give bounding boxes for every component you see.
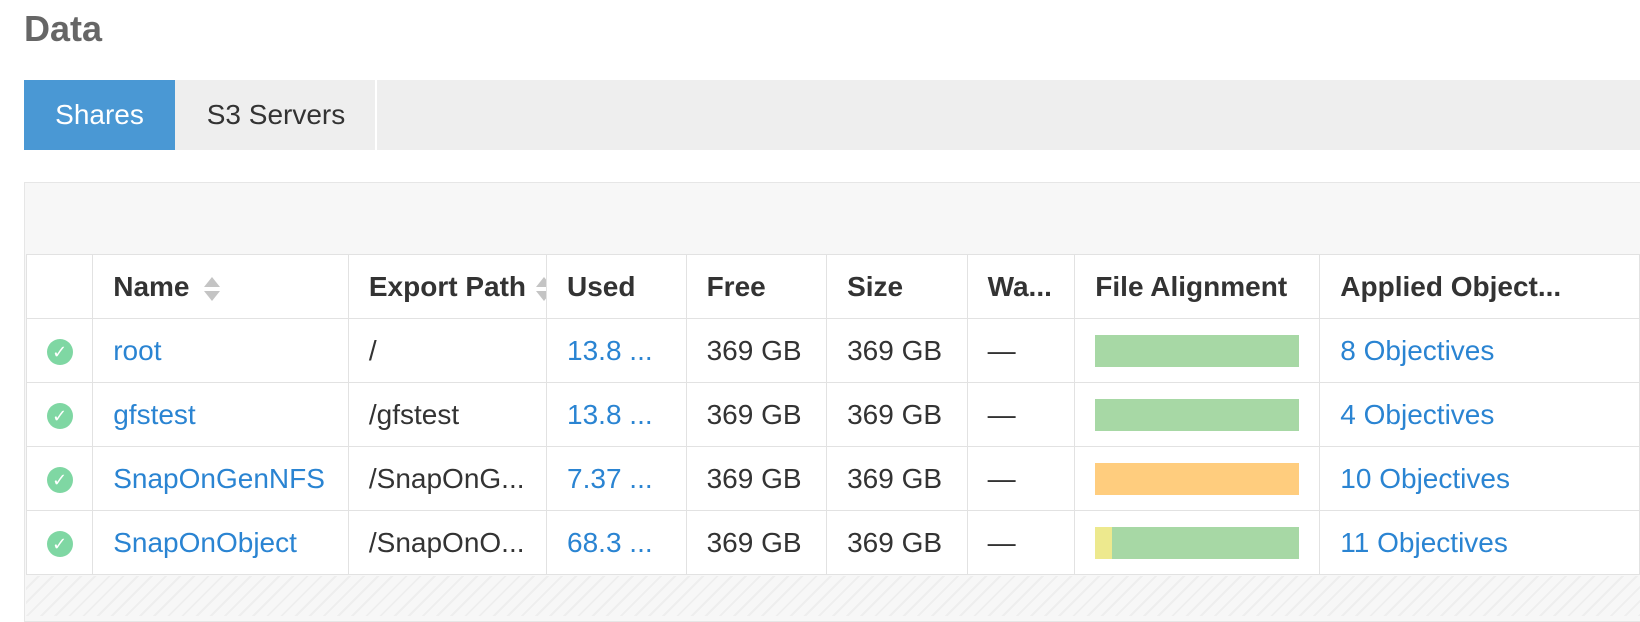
file-alignment-segment <box>1095 334 1300 367</box>
applied-objectives-link[interactable]: 10 Objectives <box>1319 446 1640 511</box>
column-header-name-label: Name <box>113 270 190 302</box>
column-header-status <box>25 254 94 319</box>
free-cell: 369 GB <box>685 510 828 575</box>
applied-objectives-link[interactable]: 4 Objectives <box>1319 382 1640 447</box>
column-header-name[interactable]: Name <box>92 254 349 319</box>
column-header-export-path-label: Export Path <box>368 270 527 302</box>
column-header-applied-objectives[interactable]: Applied Object... <box>1319 254 1640 319</box>
share-name-link[interactable]: SnapOnGenNFS <box>92 446 349 511</box>
size-cell: 369 GB <box>826 318 968 383</box>
applied-objectives-link[interactable]: 11 Objectives <box>1319 510 1640 575</box>
column-header-file-alignment[interactable]: File Alignment <box>1074 254 1321 319</box>
share-name-link[interactable]: gfstest <box>92 382 349 447</box>
sort-icon[interactable] <box>536 277 546 301</box>
applied-objectives-link[interactable]: 8 Objectives <box>1319 318 1640 383</box>
file-alignment-segment <box>1095 462 1300 495</box>
check-circle-icon: ✓ <box>46 339 73 366</box>
used-link[interactable]: 7.37 ... <box>546 446 687 511</box>
check-circle-icon: ✓ <box>46 467 73 494</box>
used-link[interactable]: 13.8 ... <box>546 382 687 447</box>
sort-icon[interactable] <box>203 277 220 301</box>
check-circle-icon: ✓ <box>46 531 73 558</box>
used-link[interactable]: 68.3 ... <box>546 510 687 575</box>
column-header-export-path[interactable]: Export Path <box>347 254 548 319</box>
column-header-wa[interactable]: Wa... <box>966 254 1076 319</box>
table-row[interactable]: ✓ SnapOnGenNFS/SnapOnG... 7.37 ... 369 GB 36… <box>25 446 1640 511</box>
tab-shares[interactable]: Shares <box>24 80 175 150</box>
size-cell: 369 GB <box>826 446 968 511</box>
free-cell: 369 GB <box>685 318 828 383</box>
status-cell: ✓ <box>25 382 94 447</box>
free-cell: 369 GB <box>685 382 828 447</box>
file-alignment-segment <box>1095 398 1300 431</box>
export-path-cell: / <box>347 318 548 383</box>
tab-bar: Shares S3 Servers <box>24 80 1640 150</box>
file-alignment-cell <box>1074 510 1321 575</box>
column-header-free[interactable]: Free <box>685 254 828 319</box>
shares-table: Name Export Path Used Free Size Wa... Fi… <box>25 254 1640 575</box>
size-cell: 369 GB <box>826 510 968 575</box>
used-link[interactable]: 13.8 ... <box>546 318 687 383</box>
file-alignment-segment <box>1111 526 1300 559</box>
table-row[interactable]: ✓ root/13.8 ... 369 GB 369 GB —8 Objectives <box>25 318 1640 383</box>
wa-cell: — <box>966 382 1076 447</box>
column-header-used[interactable]: Used <box>546 254 687 319</box>
tab-s3-servers[interactable]: S3 Servers <box>177 80 377 150</box>
file-alignment-cell <box>1074 318 1321 383</box>
status-cell: ✓ <box>25 510 94 575</box>
page-title: Data <box>24 8 103 49</box>
export-path-cell: /SnapOnO... <box>347 510 548 575</box>
share-name-link[interactable]: SnapOnObject <box>92 510 349 575</box>
wa-cell: — <box>966 446 1076 511</box>
file-alignment-bar[interactable] <box>1095 462 1300 495</box>
check-circle-icon: ✓ <box>46 403 73 430</box>
file-alignment-segment <box>1095 526 1112 559</box>
column-header-size[interactable]: Size <box>826 254 968 319</box>
table-header-row: Name Export Path Used Free Size Wa... Fi… <box>25 254 1640 319</box>
status-cell: ✓ <box>25 318 94 383</box>
file-alignment-bar[interactable] <box>1095 334 1300 367</box>
table-row[interactable]: ✓ SnapOnObject/SnapOnO... 68.3 ... 369 GB 36… <box>25 510 1640 575</box>
export-path-cell: /gfstest <box>347 382 548 447</box>
wa-cell: — <box>966 318 1076 383</box>
empty-area-hatch <box>26 576 1640 616</box>
wa-cell: — <box>966 510 1076 575</box>
status-cell: ✓ <box>25 446 94 511</box>
file-alignment-cell <box>1074 446 1321 511</box>
file-alignment-cell <box>1074 382 1321 447</box>
table-row[interactable]: ✓ gfstest/gfstest 13.8 ... 369 GB 369 GB —4 O… <box>25 382 1640 447</box>
size-cell: 369 GB <box>826 382 968 447</box>
export-path-cell: /SnapOnG... <box>347 446 548 511</box>
free-cell: 369 GB <box>685 446 828 511</box>
share-name-link[interactable]: root <box>92 318 349 383</box>
file-alignment-bar[interactable] <box>1095 526 1300 559</box>
file-alignment-bar[interactable] <box>1095 398 1300 431</box>
